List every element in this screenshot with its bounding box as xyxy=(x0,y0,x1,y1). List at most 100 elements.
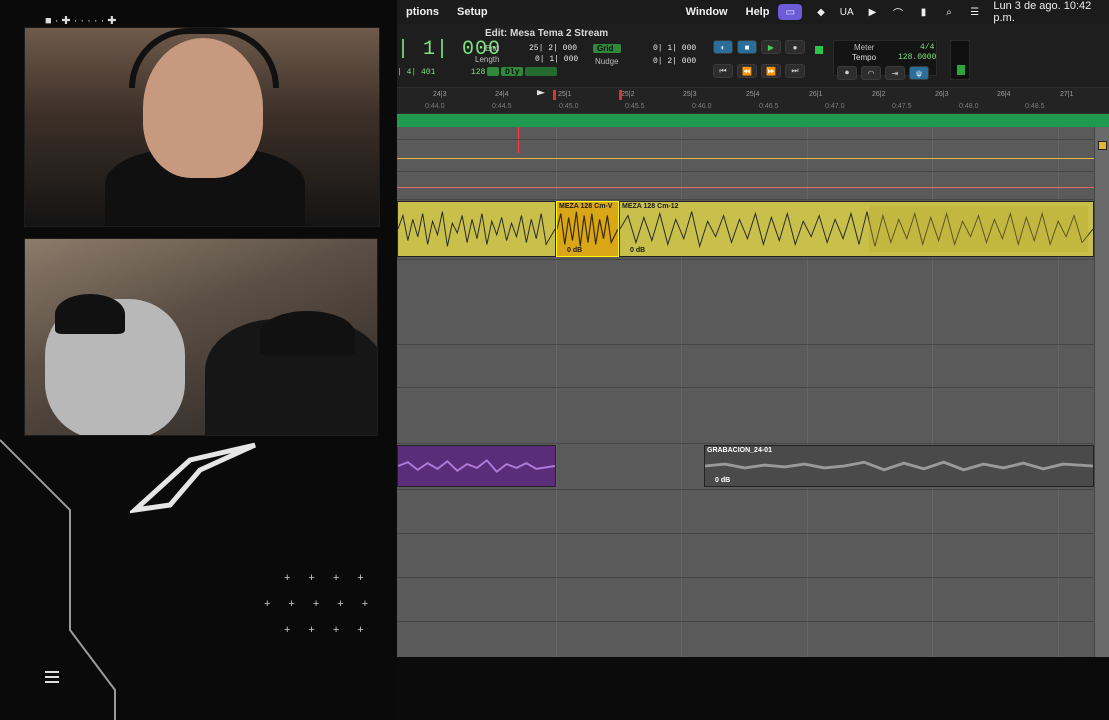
timeline-ruler[interactable]: 24|3 24|4 25|1 25|2 25|3 25|4 26|1 26|2 … xyxy=(397,88,1109,114)
dot-grid-decoration: ++++ xyxy=(284,624,382,636)
clip-gain[interactable]: 0 dB xyxy=(567,247,582,254)
playhead-line xyxy=(518,127,519,153)
bar-label: 25|1 xyxy=(558,91,572,98)
grid-label: Grid xyxy=(597,44,614,53)
transport-top-row: ◐ ■ ▶ ● xyxy=(713,40,805,54)
clip-gain[interactable]: 0 dB xyxy=(630,247,645,254)
online-button-icon[interactable]: ◐ xyxy=(713,40,733,54)
cap-right xyxy=(260,311,355,356)
audio-clip[interactable]: MEZA 128 Cm-12 0 dB xyxy=(619,201,1094,257)
menu-help[interactable]: Help xyxy=(737,6,779,18)
webcam-feed-bottom xyxy=(24,238,378,436)
time-label: 0:46.5 xyxy=(759,103,779,110)
selection-start-marker[interactable] xyxy=(553,90,556,100)
stream-logo-icon xyxy=(130,442,257,514)
rewind-icon[interactable]: ⏪ xyxy=(737,64,757,78)
loop-record-icon[interactable]: ⏺ xyxy=(837,66,857,80)
bar-label: 26|2 xyxy=(872,91,886,98)
grid-value[interactable]: 0| 1| 000 xyxy=(653,44,696,53)
go-to-end-icon[interactable]: ⏭ xyxy=(785,64,805,78)
menu-setup[interactable]: Setup xyxy=(448,6,497,18)
clip-name: MEZA 128 Cm-V xyxy=(559,203,613,210)
stop-button-icon[interactable]: ■ xyxy=(737,40,757,54)
audio-clip-purple[interactable] xyxy=(397,445,556,487)
bar-label: 25|4 xyxy=(746,91,760,98)
waveform xyxy=(398,211,555,247)
input-source-label[interactable]: UA xyxy=(840,6,854,18)
fast-forward-icon[interactable]: ⏩ xyxy=(761,64,781,78)
time-label: 0:47.0 xyxy=(825,103,845,110)
audio-clip[interactable] xyxy=(397,201,556,257)
nudge-value[interactable]: 0| 2| 000 xyxy=(653,57,696,66)
clip-name: MEZA 128 Cm-12 xyxy=(622,203,679,210)
clip-gain[interactable]: 0 dB xyxy=(715,477,730,484)
length-value[interactable]: 0| 1| 000 xyxy=(535,55,578,64)
master-meter xyxy=(950,40,970,80)
track-separator xyxy=(397,171,1109,172)
play-circle-icon[interactable]: ▶ xyxy=(866,6,880,18)
track-separator xyxy=(397,443,1109,444)
track-separator xyxy=(397,621,1109,622)
status-led xyxy=(815,46,823,54)
sub-counter[interactable]: | 4| 401 xyxy=(397,68,435,77)
time-label: 0:48.5 xyxy=(1025,103,1045,110)
metronome-icon[interactable]: ◠ xyxy=(861,66,881,80)
time-signature[interactable]: 4/4 xyxy=(920,43,934,52)
corner-decoration: ■ · ✚ · · · · · ✚ xyxy=(45,15,117,27)
aux-buttons: ⏺ ◠ ⇥ ψ xyxy=(837,66,929,80)
sync-indicator[interactable] xyxy=(487,67,499,76)
automation-line-red[interactable] xyxy=(397,187,1094,188)
track-separator xyxy=(397,387,1109,388)
edit-mode-buttons[interactable] xyxy=(525,67,557,76)
track-separator xyxy=(397,577,1109,578)
screen-share-icon[interactable]: ▭ xyxy=(778,4,803,20)
search-icon[interactable]: ⌕ xyxy=(942,6,956,18)
track-input-icon[interactable]: ⇥ xyxy=(885,66,905,80)
zoom-toggle-icon[interactable] xyxy=(1098,141,1107,150)
automation-line-yellow[interactable] xyxy=(397,158,1094,159)
webcam-feed-top xyxy=(24,27,380,227)
track-separator xyxy=(397,139,1109,140)
control-center-icon[interactable]: ☰ xyxy=(968,6,982,18)
dot-grid-decoration: ++++ xyxy=(284,572,382,584)
menu-window[interactable]: Window xyxy=(677,6,737,18)
meter-label: Meter xyxy=(854,43,875,52)
nudge-label: Nudge xyxy=(595,57,619,66)
bar-label: 26|4 xyxy=(997,91,1011,98)
track-separator xyxy=(397,533,1109,534)
time-label: 0:45.5 xyxy=(625,103,645,110)
time-label: 0:48.0 xyxy=(959,103,979,110)
midi-merge-icon[interactable]: ψ xyxy=(909,66,929,80)
menu-options[interactable]: ptions xyxy=(397,6,448,18)
tempo-value[interactable]: 128.0000 xyxy=(898,53,936,62)
edit-window-tracks[interactable]: MEZA 128 Cm-V 0 dB MEZA 128 Cm-12 0 dB G… xyxy=(397,127,1109,657)
bar-label: 27|1 xyxy=(1060,91,1074,98)
record-button-icon[interactable]: ● xyxy=(785,40,805,54)
stream-overlay: ++++ +++++ ++++ ■ · ✚ · · · · · ✚ xyxy=(0,0,397,720)
bar-label: 24|3 xyxy=(433,91,447,98)
time-label: 0:46.0 xyxy=(692,103,712,110)
tempo-ruler-strip[interactable] xyxy=(397,114,1109,127)
audio-clip-selected[interactable]: MEZA 128 Cm-V 0 dB xyxy=(556,201,619,257)
battery-icon[interactable]: ▮ xyxy=(917,6,931,18)
ua-diamond-icon[interactable]: ◆ xyxy=(814,6,828,18)
selection-end-marker[interactable] xyxy=(619,90,622,100)
wifi-icon[interactable]: ⌒ xyxy=(891,6,905,20)
end-value[interactable]: 25| 2| 000 xyxy=(529,44,577,53)
bar-label: 25|3 xyxy=(683,91,697,98)
bar-label: 24|4 xyxy=(495,91,509,98)
return-to-zero-icon[interactable]: ⏮ xyxy=(713,64,733,78)
vertical-scrollbar[interactable] xyxy=(1094,127,1109,657)
time-label: 0:47.5 xyxy=(892,103,912,110)
headphones-icon xyxy=(129,28,279,88)
time-label: 0:44.5 xyxy=(492,103,512,110)
clip-name: GRABACION_24-01 xyxy=(707,447,772,454)
audio-clip-recording[interactable]: GRABACION_24-01 0 dB xyxy=(704,445,1094,487)
marker-flag-icon[interactable] xyxy=(537,90,545,96)
menu-clock[interactable]: Lun 3 de ago. 10:42 p.m. xyxy=(993,0,1097,24)
menu-bar: ptions Setup Window Help ▭ ◆ UA ▶ ⌒ ▮ ⌕ … xyxy=(397,0,1109,24)
window-title: Edit: Mesa Tema 2 Stream xyxy=(485,28,609,39)
play-button-icon[interactable]: ▶ xyxy=(761,40,781,54)
track-separator xyxy=(397,199,1109,200)
time-label: 0:44.0 xyxy=(425,103,445,110)
